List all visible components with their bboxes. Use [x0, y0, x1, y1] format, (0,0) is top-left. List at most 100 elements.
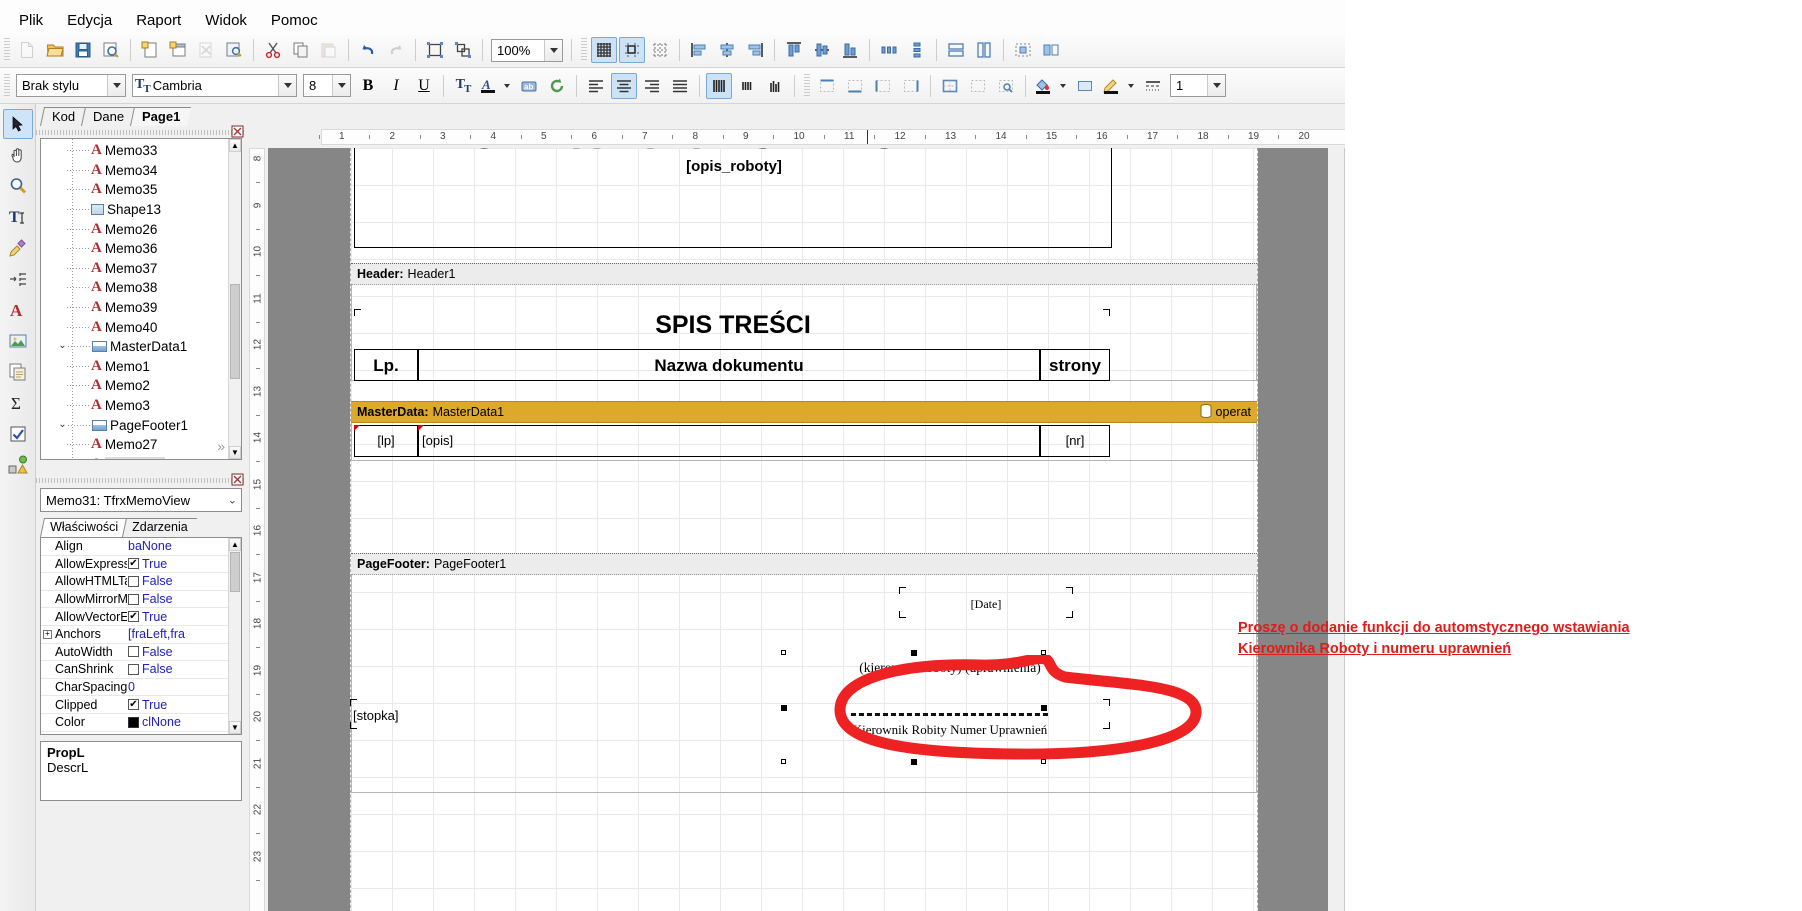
resize-handle-br[interactable]: [1041, 759, 1046, 764]
memo-opis[interactable]: [opis]: [422, 433, 453, 448]
property-checkbox[interactable]: [128, 593, 139, 605]
toolbar-grip[interactable]: [4, 73, 10, 98]
border-bottom-icon[interactable]: [842, 73, 868, 99]
band-header[interactable]: Header: Header1 SPIS TREŚCI Lp. Nazwa do…: [351, 263, 1257, 381]
property-checkbox[interactable]: ✔: [128, 699, 139, 711]
checkbox-object-icon[interactable]: [3, 419, 33, 449]
frame-style-icon[interactable]: [1072, 73, 1098, 99]
band-header-caption[interactable]: Header: Header1: [351, 263, 1257, 285]
property-row[interactable]: Align baNone: [41, 538, 228, 556]
menu-item-widok[interactable]: Widok: [194, 9, 258, 32]
show-grid-icon[interactable]: [591, 37, 617, 63]
band-pagefooter-body[interactable]: [Date] (kierownik roboty) (uprawnienia) …: [350, 575, 1257, 793]
insert-band-icon[interactable]: [3, 264, 33, 294]
report-page[interactable]: OPERAT TECHNICZNY [opis_roboty] Header: …: [350, 148, 1258, 911]
rotate-icon[interactable]: [544, 73, 570, 99]
delete-page-icon[interactable]: [193, 37, 219, 63]
report-tree[interactable]: A Memo33 A Memo34 A Memo35 Shape13 A Memo26 A Memo…: [40, 138, 242, 460]
select-arrow-icon[interactable]: [3, 109, 33, 139]
open-folder-icon[interactable]: [42, 37, 68, 63]
tab-page1[interactable]: Page1: [130, 107, 192, 126]
chevron-down-icon[interactable]: [1056, 73, 1070, 99]
align-text-left-icon[interactable]: [583, 73, 609, 99]
picture-object-icon[interactable]: [3, 326, 33, 356]
border-right-icon[interactable]: [898, 73, 924, 99]
band-pagefooter[interactable]: PageFooter: PageFooter1 [Date] (kierowni…: [350, 553, 1257, 793]
resize-handle-bc[interactable]: [911, 759, 917, 765]
new-dialog-icon[interactable]: [165, 37, 191, 63]
valign-bottom-icon[interactable]: [762, 73, 788, 99]
align-middle-vertical-icon[interactable]: [809, 37, 835, 63]
memo-kierownik-caption[interactable]: Kierownik Robity Numer Uprawnień: [785, 722, 1115, 738]
tree-scrollbar[interactable]: ▲ ▼: [228, 139, 241, 459]
tree-node[interactable]: Shape13: [41, 200, 228, 220]
snap-to-grid-icon[interactable]: [619, 37, 645, 63]
subreport-object-icon[interactable]: [3, 357, 33, 387]
resize-handle-tr[interactable]: [1041, 650, 1046, 655]
border-settings-icon[interactable]: [993, 73, 1019, 99]
memo-subtitle-opis-roboty[interactable]: [opis_roboty]: [359, 158, 1109, 175]
align-to-grid-icon[interactable]: [647, 37, 673, 63]
format-painter-icon[interactable]: [3, 233, 33, 263]
memo-col-lp[interactable]: Lp.: [354, 356, 418, 376]
property-row[interactable]: CharSpacing 0: [41, 679, 228, 697]
copy-icon[interactable]: [288, 37, 314, 63]
resize-handle-tl[interactable]: [781, 650, 786, 655]
chevron-down-icon[interactable]: [1207, 75, 1225, 96]
border-all-icon[interactable]: [937, 73, 963, 99]
menu-item-pomoc[interactable]: Pomoc: [260, 9, 329, 32]
line-color-icon[interactable]: [1100, 73, 1122, 99]
scroll-down-button[interactable]: ▼: [229, 721, 241, 734]
horizontal-ruler-bar[interactable]: 1 2 3 4 5 6 7 8 9 10 11 12 13 14 15 16 17 18 19 20: [318, 129, 1345, 145]
scroll-down-button[interactable]: ▼: [229, 446, 241, 459]
text-cursor-icon[interactable]: T: [3, 202, 33, 232]
property-grid[interactable]: AlignbaNoneAllowExpressi✔TrueAllowHTMLTa…: [40, 537, 242, 735]
memo-col-strony[interactable]: strony: [1040, 356, 1110, 376]
tree-node[interactable]: ⌄ MasterData1: [41, 337, 228, 357]
border-top-icon[interactable]: [814, 73, 840, 99]
property-checkbox[interactable]: ✔: [128, 558, 139, 570]
memo-stopka[interactable]: [stopka]: [353, 708, 399, 723]
menu-item-raport[interactable]: Raport: [125, 9, 192, 32]
underline-icon[interactable]: U: [411, 73, 437, 99]
new-page-icon[interactable]: [137, 37, 163, 63]
shape-object-icon[interactable]: [3, 450, 33, 480]
property-row[interactable]: AllowExpressi ✔ True: [41, 556, 228, 574]
tree-node[interactable]: A Memo2: [41, 376, 228, 396]
tree-node[interactable]: ⌄ PageFooter1: [41, 415, 228, 435]
valign-center-icon[interactable]: [734, 73, 760, 99]
close-panel-icon[interactable]: [231, 125, 244, 138]
tab-kod[interactable]: Kod: [39, 107, 87, 126]
chevron-down-icon[interactable]: [544, 39, 562, 61]
toolbar-grip[interactable]: [4, 38, 10, 62]
line-width-combo[interactable]: 1: [1170, 74, 1226, 97]
same-width-icon[interactable]: [943, 37, 969, 63]
tree-node[interactable]: A Memo3: [41, 396, 228, 416]
chevron-down-icon[interactable]: [107, 75, 125, 96]
border-left-icon[interactable]: [870, 73, 896, 99]
space-horizontally-icon[interactable]: [876, 37, 902, 63]
expander-icon[interactable]: ⌄: [57, 419, 68, 431]
chevron-down-icon[interactable]: [278, 75, 296, 96]
memo-kierownik-uprawnienia[interactable]: (kierownik roboty) (uprawnienia): [785, 660, 1115, 676]
font-dialog-icon[interactable]: TT: [450, 73, 476, 99]
style-combo[interactable]: Brak stylu: [16, 74, 126, 97]
property-checkbox[interactable]: [128, 663, 139, 675]
same-height-icon[interactable]: [971, 37, 997, 63]
object-selector-combo[interactable]: Memo31: TfrxMemoView ⌄: [40, 488, 242, 512]
italic-icon[interactable]: I: [383, 73, 409, 99]
tree-node[interactable]: A Memo38: [41, 278, 228, 298]
chevron-down-icon[interactable]: [1124, 73, 1138, 99]
toolbar-grip[interactable]: [581, 38, 587, 62]
tab-zdarzenia[interactable]: Zdarzenia: [122, 518, 197, 537]
expand-icon[interactable]: +: [43, 629, 52, 639]
chevron-down-icon[interactable]: [500, 73, 514, 99]
tree-node[interactable]: A Memo37: [41, 259, 228, 279]
memo-object-icon[interactable]: A: [3, 295, 33, 325]
tree-node[interactable]: A Memo39: [41, 298, 228, 318]
chevron-down-icon[interactable]: [332, 75, 350, 96]
zoom-combo[interactable]: 100%: [491, 38, 563, 62]
vertical-ruler-bar[interactable]: 8 9 10 11 12 13 14 15 16 17 18 19 20 21 22 23: [249, 148, 265, 911]
center-on-page-icon[interactable]: [1010, 37, 1036, 63]
menu-item-edycja[interactable]: Edycja: [56, 9, 123, 32]
